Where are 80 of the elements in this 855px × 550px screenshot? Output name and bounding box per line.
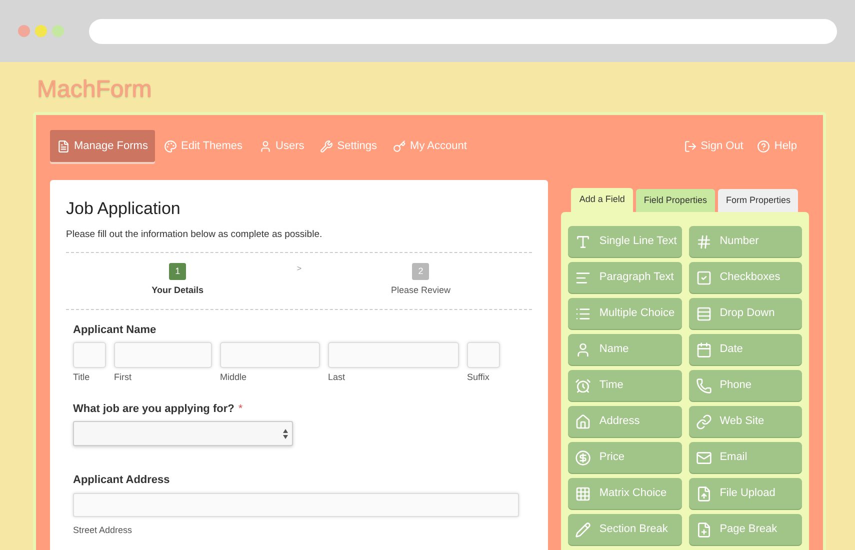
side-tab[interactable]: Add a Field xyxy=(571,188,633,212)
list-icon xyxy=(575,306,592,322)
add-field-button[interactable]: Section Break xyxy=(568,514,682,545)
nav-link[interactable]: Sign Out xyxy=(684,138,744,154)
add-field-button[interactable]: Email xyxy=(688,442,802,473)
alarm-clock-icon xyxy=(575,378,592,394)
sub-label: Street Address xyxy=(73,524,134,537)
form-description: Please fill out the information below as complete as possible. xyxy=(66,228,324,242)
sign-out-icon xyxy=(684,140,697,152)
required-mark: * xyxy=(238,402,243,417)
nav-tab[interactable]: My Account xyxy=(386,130,474,162)
name-input[interactable] xyxy=(114,342,212,368)
add-field-button[interactable]: Web Site xyxy=(688,406,802,437)
logo: MachForm xyxy=(37,76,152,103)
sub-label: First xyxy=(114,371,132,384)
address-bar[interactable] xyxy=(88,18,837,44)
nav-tab[interactable]: Users xyxy=(252,130,312,162)
text-icon xyxy=(575,234,592,250)
user-icon xyxy=(258,140,272,152)
nav-tab[interactable]: Edit Themes xyxy=(156,130,250,162)
house-icon xyxy=(575,414,592,430)
add-field-button[interactable]: Page Break xyxy=(688,514,802,545)
add-field-button[interactable]: Name xyxy=(568,334,682,365)
sub-label: Suffix xyxy=(467,371,490,384)
link-icon xyxy=(696,414,712,430)
field-label: What job are you applying for? xyxy=(73,402,234,417)
add-field-button[interactable]: Phone xyxy=(688,370,802,401)
key-icon xyxy=(393,140,406,152)
name-input[interactable] xyxy=(467,342,500,368)
add-field-button[interactable]: Time xyxy=(568,370,682,401)
job-select[interactable] xyxy=(73,421,293,446)
add-field-button[interactable]: Price xyxy=(568,442,682,473)
add-field-button[interactable]: Matrix Choice xyxy=(568,478,682,509)
step-label: Your Details xyxy=(152,284,204,297)
add-field-button[interactable]: File Upload xyxy=(688,478,802,509)
pencil-icon xyxy=(575,522,592,538)
add-field-button[interactable]: Checkboxes xyxy=(688,262,802,293)
page-add-icon xyxy=(696,522,712,538)
nav-tab[interactable]: Manage Forms xyxy=(50,130,155,162)
add-field-button[interactable]: Number xyxy=(688,226,802,257)
paragraph-icon xyxy=(575,270,592,286)
file-upload-icon xyxy=(696,486,712,502)
select-arrows-icon xyxy=(283,428,288,439)
user-icon xyxy=(575,342,592,358)
sub-label: Title xyxy=(73,371,91,384)
sub-label: Last xyxy=(328,371,346,384)
field-label: Applicant Name xyxy=(73,322,156,338)
street-address-input[interactable] xyxy=(73,492,519,517)
name-input[interactable] xyxy=(328,342,459,368)
step-number: 2 xyxy=(412,262,430,280)
hash-icon xyxy=(696,234,712,250)
help-icon xyxy=(757,140,770,152)
form-title: Job Application xyxy=(66,198,182,220)
step-separator: > xyxy=(296,262,303,275)
name-input[interactable] xyxy=(73,342,106,368)
wrench-icon xyxy=(320,140,334,152)
palette-icon xyxy=(164,140,177,152)
add-field-button[interactable]: Single Line Text xyxy=(568,226,682,257)
sub-label: Middle xyxy=(220,371,248,384)
nav-link[interactable]: Help xyxy=(757,138,797,154)
add-field-button[interactable]: Paragraph Text xyxy=(568,262,682,293)
side-tab[interactable]: Form Properties xyxy=(718,189,798,212)
name-input[interactable] xyxy=(220,342,320,368)
step-number: 1 xyxy=(169,262,186,280)
field-label: Applicant Address xyxy=(73,473,170,488)
add-field-button[interactable]: Address xyxy=(568,406,682,437)
add-field-button[interactable]: Multiple Choice xyxy=(568,298,682,329)
checkbox-icon xyxy=(696,270,712,286)
dollar-icon xyxy=(575,450,592,466)
side-tab[interactable]: Field Properties xyxy=(636,189,715,212)
step-label: Please Review xyxy=(391,284,451,297)
rows-icon xyxy=(696,306,712,322)
file-icon xyxy=(57,140,70,152)
calendar-icon xyxy=(696,342,712,358)
add-field-button[interactable]: Date xyxy=(688,334,802,365)
grid-icon xyxy=(575,486,592,502)
phone-icon xyxy=(696,378,712,394)
nav-tab[interactable]: Settings xyxy=(313,130,384,162)
add-field-button[interactable]: Drop Down xyxy=(688,298,802,329)
envelope-icon xyxy=(696,450,712,466)
